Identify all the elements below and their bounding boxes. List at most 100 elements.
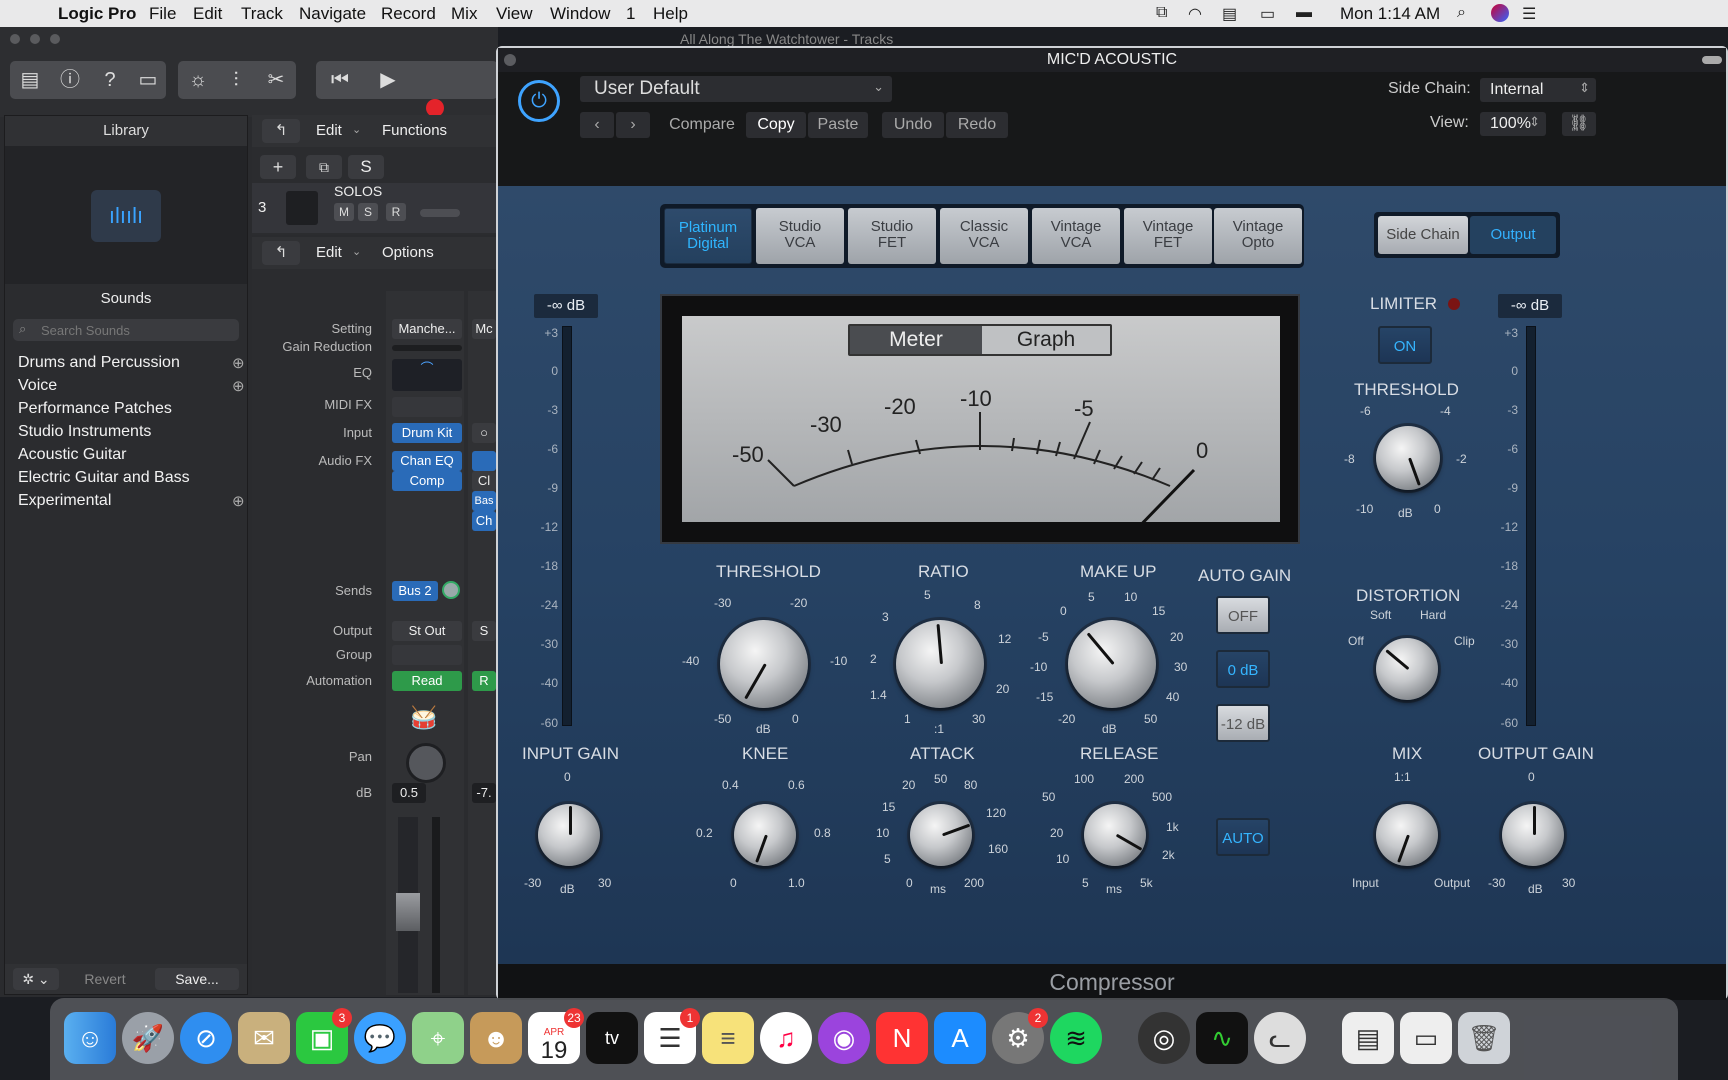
library-item-studio-instruments[interactable]: Studio Instruments▶ — [18, 423, 262, 441]
meter-tab[interactable]: Meter — [850, 326, 982, 354]
play-icon[interactable]: ▶ — [368, 61, 408, 99]
release-knob[interactable] — [1084, 804, 1146, 866]
output-slot[interactable]: St Out — [392, 621, 462, 641]
solo-button[interactable]: S — [358, 203, 378, 221]
inspector-edit-menu[interactable]: Edit — [316, 244, 342, 261]
graph-tab[interactable]: Graph — [982, 326, 1110, 354]
model-platinum-digital[interactable]: Platinum Digital — [664, 208, 752, 264]
auto-release-button[interactable]: AUTO — [1216, 818, 1270, 856]
threshold-knob[interactable] — [720, 620, 808, 708]
library-icon[interactable]: ▤ — [12, 61, 48, 99]
menu-window[interactable]: Window — [550, 4, 610, 24]
output-gain-knob[interactable] — [1502, 804, 1564, 866]
notification-center-icon[interactable]: ☰ — [1522, 4, 1536, 24]
duplicate-track-icon[interactable]: ⧉ — [306, 155, 342, 179]
mute-button[interactable]: M — [334, 203, 354, 221]
tracks-edit-menu[interactable]: Edit — [316, 122, 342, 139]
menu-1[interactable]: 1 — [626, 4, 635, 24]
search-sounds-field[interactable]: ⌕ Search Sounds — [13, 319, 239, 341]
library-item-experimental[interactable]: Experimental⊕▶ — [18, 492, 262, 510]
copy-button[interactable]: Copy — [746, 112, 806, 138]
compare-button[interactable]: Compare — [660, 112, 744, 138]
back-arrow-icon[interactable]: ↰ — [262, 241, 300, 265]
battery-icon[interactable]: ▬ — [1296, 4, 1312, 22]
add-track-button[interactable]: + — [260, 155, 296, 179]
menu-record[interactable]: Record — [381, 4, 436, 24]
revert-button[interactable]: Revert — [67, 968, 143, 990]
close-plugin-button[interactable] — [504, 54, 516, 66]
preset-menu[interactable]: User Default ⌄ — [580, 76, 892, 102]
library-item-performance[interactable]: Performance Patches▶ — [18, 400, 262, 418]
midi-fx-slot[interactable] — [392, 397, 462, 417]
pan-knob[interactable] — [406, 743, 446, 783]
record-enable-button[interactable]: R — [386, 203, 406, 221]
contacts-icon[interactable]: ☻ — [470, 1012, 522, 1064]
mix-knob[interactable] — [1376, 804, 1438, 866]
output-slot-2[interactable]: S — [472, 621, 496, 641]
safari-icon[interactable]: ⊘ — [180, 1012, 232, 1064]
menu-clock[interactable]: Mon 1:14 AM — [1340, 4, 1440, 24]
inspector-options-menu[interactable]: Options — [382, 244, 434, 261]
mail-stamp-icon[interactable]: ✉ — [238, 1012, 290, 1064]
launchpad-icon[interactable]: 🚀 — [122, 1012, 174, 1064]
track-row[interactable]: 3 SOLOS M S R — [252, 183, 498, 233]
setting-button[interactable]: Manche... — [392, 319, 462, 339]
model-studio-fet[interactable]: Studio FET — [848, 208, 936, 264]
maps-icon[interactable]: ⌖ — [412, 1012, 464, 1064]
activity-monitor-icon[interactable]: ∿ — [1196, 1012, 1248, 1064]
redo-button[interactable]: Redo — [946, 112, 1008, 138]
automation-mode-button[interactable]: Read — [392, 671, 462, 691]
menu-edit[interactable]: Edit — [193, 4, 222, 24]
input-slot[interactable]: Drum Kit — [392, 423, 462, 443]
previous-preset-button[interactable]: ‹ — [580, 112, 614, 138]
inspector-icon[interactable]: ⓘ — [52, 61, 88, 99]
facetime-icon[interactable]: ▣ 3 — [296, 1008, 352, 1064]
downloads-stack-icon[interactable]: ▭ — [1400, 1012, 1452, 1064]
cat-app-icon[interactable]: ᓚ — [1254, 1012, 1306, 1064]
keyboard-icon[interactable]: ▤ — [1222, 4, 1237, 24]
back-arrow-icon[interactable]: ↰ — [262, 119, 300, 143]
menu-navigate[interactable]: Navigate — [299, 4, 366, 24]
documents-stack-icon[interactable]: ▤ — [1342, 1012, 1394, 1064]
menu-track[interactable]: Track — [241, 4, 283, 24]
volume-slider[interactable] — [420, 209, 460, 217]
eq-thumbnail[interactable]: ⌒ — [392, 359, 462, 391]
setting-button-2[interactable]: Mc — [472, 319, 496, 339]
auto-gain-0db-button[interactable]: 0 dB — [1216, 650, 1270, 688]
menu-view[interactable]: View — [496, 4, 533, 24]
menu-file[interactable]: File — [149, 4, 176, 24]
network-icon[interactable]: ⧉ — [1156, 4, 1167, 22]
finder-icon[interactable]: ☺ — [64, 1012, 116, 1064]
siri-icon[interactable] — [1491, 4, 1509, 22]
next-preset-button[interactable]: › — [616, 112, 650, 138]
menu-mix[interactable]: Mix — [451, 4, 477, 24]
reminders-icon[interactable]: ☰ 1 — [644, 1008, 700, 1064]
tracks-functions-menu[interactable]: Functions — [382, 122, 447, 139]
library-item-acoustic-guitar[interactable]: Acoustic Guitar▶ — [18, 446, 262, 464]
toolbar-toggle-icon[interactable]: ▭ — [130, 61, 166, 99]
s-button[interactable]: S — [348, 155, 384, 179]
auto-gain-off-button[interactable]: OFF — [1216, 596, 1270, 634]
input-gain-knob[interactable] — [538, 804, 600, 866]
news-icon[interactable]: N — [876, 1012, 928, 1064]
menu-app-name[interactable]: Logic Pro — [58, 4, 136, 24]
music-icon[interactable]: ♫ — [760, 1012, 812, 1064]
notes-icon[interactable]: ≡ — [702, 1012, 754, 1064]
send-level-knob[interactable] — [442, 581, 460, 599]
smart-controls-icon[interactable]: ☼ — [180, 61, 216, 99]
ratio-knob[interactable] — [896, 620, 984, 708]
power-icon[interactable]: ⏻ — [518, 80, 560, 122]
spotlight-search-icon[interactable]: ⌕ — [1457, 4, 1466, 22]
save-button[interactable]: Save... — [155, 968, 239, 990]
zoom-window-button[interactable] — [50, 34, 60, 44]
view-zoom-menu[interactable]: 100% ⇕ — [1480, 112, 1546, 136]
library-item-voice[interactable]: Voice⊕▶ — [18, 377, 262, 395]
automation-mode-button-2[interactable]: R — [472, 671, 496, 691]
library-item-electric-guitar[interactable]: Electric Guitar and Bass▶ — [18, 469, 262, 487]
model-vintage-opto[interactable]: Vintage Opto — [1214, 208, 1302, 264]
gear-icon[interactable]: ✲ ⌄ — [13, 968, 59, 990]
calendar-icon[interactable]: APR 19 23 — [528, 1008, 584, 1064]
audio-fx-slot-strip2[interactable] — [472, 451, 496, 471]
quick-help-icon[interactable]: ? — [92, 61, 128, 99]
distortion-knob[interactable] — [1376, 638, 1438, 700]
